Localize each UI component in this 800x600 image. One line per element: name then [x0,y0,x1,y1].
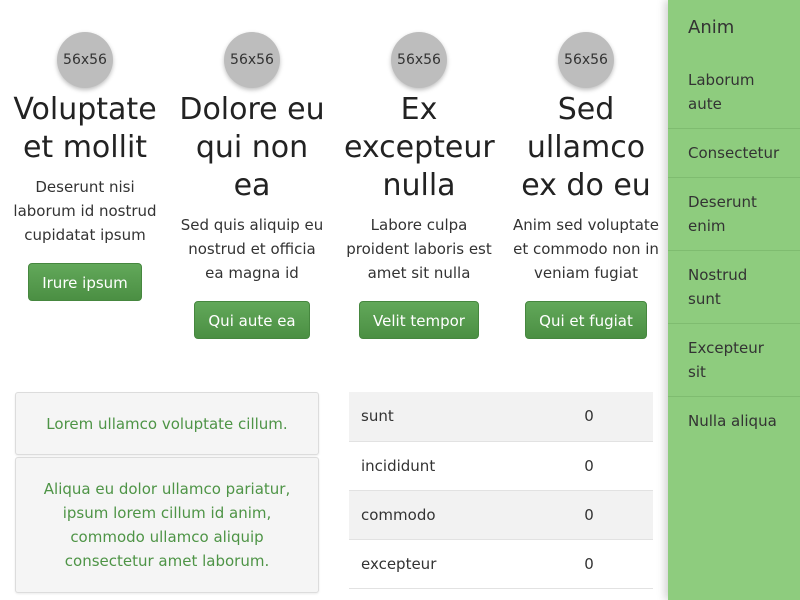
feature-column-3: 56x56 Ex excepteur nulla Labore culpa pr… [344,32,495,339]
sidebar-item-nostrud-sunt[interactable]: Nostrud sunt [668,251,800,324]
avatar-placeholder: 56x56 [224,32,280,88]
column-button-qui-et-fugiat[interactable]: Qui et fugiat [525,301,647,339]
table-cell-name: sunt [361,407,394,426]
feature-column-1: 56x56 Voluptate et mollit Deserunt nisi … [10,32,160,301]
sidebar-item-deserunt-enim[interactable]: Deserunt enim [668,178,800,251]
quote-card-2: Aliqua eu dolor ullamco pariatur, ipsum … [15,457,319,593]
table-cell-value: 0 [584,505,594,524]
column-text: Deserunt nisi laborum id nostrud cupidat… [13,178,157,244]
table-cell-name: incididunt [361,456,436,475]
table-cell-value: 0 [584,554,594,573]
quote-card-text: Lorem ullamco voluptate cillum. [46,414,288,433]
column-title: Dolore eu qui non ea [179,92,325,203]
sidebar-item-nulla-aliqua[interactable]: Nulla aliqua [668,397,800,445]
sidebar-menu: Laborum aute Consectetur Deserunt enim N… [668,56,800,445]
table-row: commodo 0 [349,490,653,539]
table-row: excepteur 0 [349,539,653,588]
sidebar-item-laborum-aute[interactable]: Laborum aute [668,56,800,129]
avatar-placeholder: 56x56 [57,32,113,88]
feature-column-4: 56x56 Sed ullamco ex do eu Anim sed volu… [511,32,661,339]
data-table: sunt 0 incididunt 0 commodo 0 excepteur … [349,392,653,589]
column-button-irure-ipsum[interactable]: Irure ipsum [28,263,142,301]
table-cell-value: 0 [584,407,594,426]
column-title: Sed ullamco ex do eu [521,92,651,203]
table-cell-name: commodo [361,505,436,524]
column-button-velit-tempor[interactable]: Velit tempor [359,301,479,339]
avatar-placeholder: 56x56 [558,32,614,88]
page: 56x56 Voluptate et mollit Deserunt nisi … [0,0,800,600]
table-row: incididunt 0 [349,441,653,490]
table-cell-value: 0 [584,456,594,475]
feature-column-2: 56x56 Dolore eu qui non ea Sed quis aliq… [177,32,327,339]
avatar-placeholder: 56x56 [391,32,447,88]
column-text: Anim sed voluptate et commodo non in ven… [512,216,660,282]
table-row: sunt 0 [349,392,653,441]
table-cell-name: excepteur [361,554,437,573]
sidebar-brand[interactable]: Anim [668,0,800,56]
column-text: Labore culpa proident laboris est amet s… [346,216,492,282]
column-button-qui-aute-ea[interactable]: Qui aute ea [194,301,310,339]
sidebar-item-consectetur[interactable]: Consectetur [668,129,800,178]
column-title: Voluptate et mollit [13,92,157,165]
sidebar: Anim Laborum aute Consectetur Deserunt e… [668,0,800,600]
column-text: Sed quis aliquip eu nostrud et officia e… [180,216,324,282]
quote-card-text: Aliqua eu dolor ullamco pariatur, ipsum … [43,480,291,570]
quote-card-1: Lorem ullamco voluptate cillum. [15,392,319,455]
column-title: Ex excepteur nulla [344,92,495,203]
sidebar-item-excepteur-sit[interactable]: Excepteur sit [668,324,800,397]
